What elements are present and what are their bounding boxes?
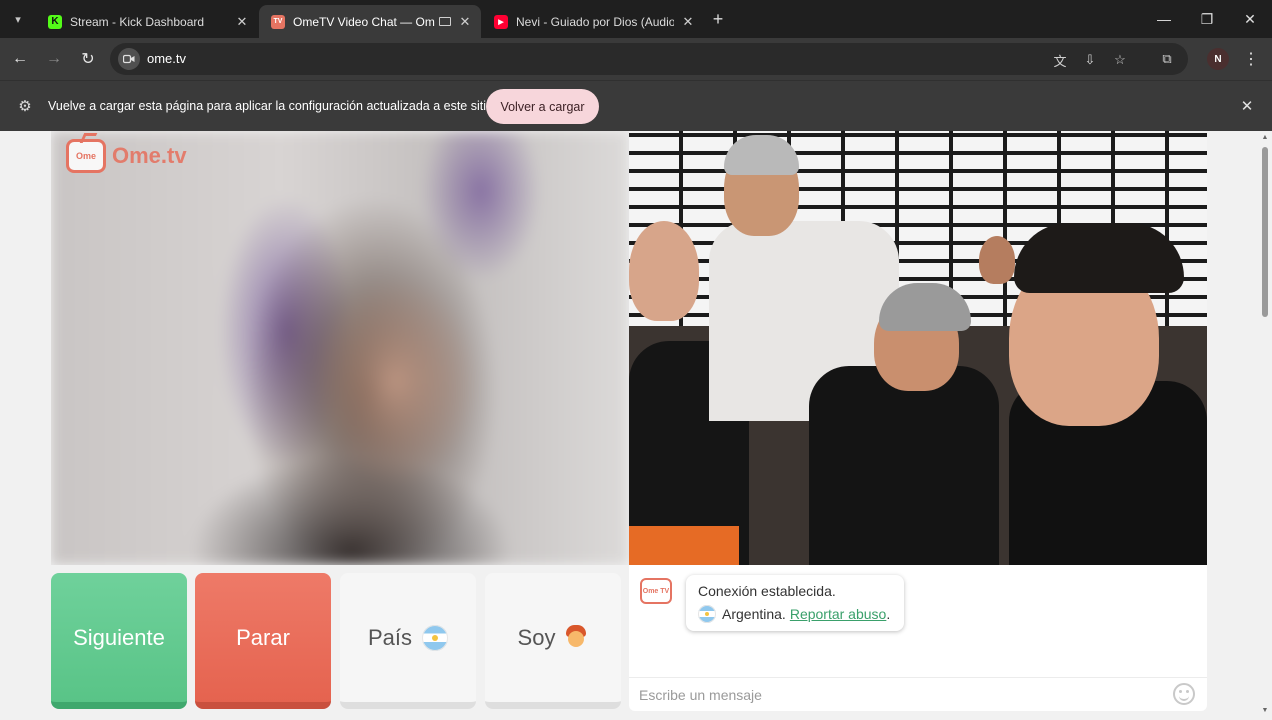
- report-suffix: .: [886, 606, 891, 622]
- tab-search-chevron-icon[interactable]: ▾: [6, 7, 30, 31]
- next-button-label: Siguiente: [73, 624, 165, 650]
- window-close-button[interactable]: ✕: [1230, 6, 1270, 32]
- chat-input-bar: [629, 677, 1207, 711]
- minimize-button[interactable]: —: [1144, 6, 1184, 32]
- forward-button[interactable]: →: [42, 47, 66, 71]
- close-icon[interactable]: ✕: [234, 14, 250, 30]
- ometv-logo: Ome Ome.tv: [66, 139, 187, 173]
- gender-select-button[interactable]: Soy: [485, 573, 621, 709]
- tab-strip: ▾ K Stream - Kick Dashboard ✕ TV OmeTV V…: [0, 0, 1272, 38]
- report-abuse-link[interactable]: Reportar abuso: [790, 606, 887, 622]
- scrollbar-thumb[interactable]: [1262, 147, 1268, 317]
- youtube-icon: ▶: [494, 14, 508, 29]
- stop-button[interactable]: Parar: [195, 573, 331, 709]
- camera-icon: [123, 54, 135, 64]
- translate-icon[interactable]: 文: [1049, 49, 1071, 71]
- stop-button-label: Parar: [236, 624, 290, 650]
- reload-infobar: ⚙ Vuelve a cargar esta página para aplic…: [0, 80, 1272, 131]
- emoji-icon[interactable]: [1173, 683, 1195, 705]
- tab-kick-dashboard[interactable]: K Stream - Kick Dashboard ✕: [36, 5, 258, 38]
- address-bar[interactable]: ome.tv 文 ⇩ ☆: [110, 43, 1188, 75]
- scroll-up-icon[interactable]: ▲: [1260, 134, 1270, 141]
- ometv-logo-text: Ome.tv: [112, 143, 187, 168]
- kick-icon: K: [48, 14, 62, 29]
- restore-button[interactable]: ❐: [1187, 6, 1227, 32]
- back-button[interactable]: ←: [8, 47, 32, 71]
- tab-title: Stream - Kick Dashboard: [70, 14, 205, 29]
- local-video-feed: [51, 131, 629, 565]
- new-tab-button[interactable]: +: [708, 9, 728, 29]
- reload-button[interactable]: ↻: [76, 47, 100, 71]
- person-shirt: [809, 366, 999, 565]
- chat-panel: Ome TV Conexión establecida. Argentina. …: [629, 565, 1207, 711]
- ometv-icon: TV: [271, 14, 285, 29]
- system-message-bubble: Conexión establecida. Argentina. Reporta…: [686, 575, 904, 631]
- profile-avatar[interactable]: N: [1207, 48, 1229, 70]
- infobar-close-icon[interactable]: ✕: [1238, 97, 1256, 115]
- browser-menu-icon[interactable]: ⋮: [1240, 47, 1262, 71]
- local-video: [51, 131, 629, 565]
- bookmark-star-icon[interactable]: ☆: [1109, 49, 1131, 71]
- tab-title: OmeTV Video Chat — Ome: [293, 14, 435, 29]
- page-scrollbar[interactable]: ▲ ▼: [1258, 131, 1272, 720]
- ometv-chat-icon: Ome TV: [640, 578, 672, 604]
- person-head: [979, 236, 1015, 284]
- scroll-down-icon[interactable]: ▼: [1260, 707, 1270, 714]
- browser-toolbar: ← → ↻ ome.tv 文 ⇩ ☆ ⧉ N ⋮: [0, 38, 1272, 80]
- next-button[interactable]: Siguiente: [51, 573, 187, 709]
- tab-title: Nevi - Guiado por Dios (Audio: [516, 14, 674, 29]
- gender-button-label: Soy: [517, 624, 556, 650]
- media-cast-icon[interactable]: [439, 17, 451, 26]
- boy-avatar-icon: [564, 624, 588, 651]
- url-text: ome.tv: [147, 51, 187, 66]
- chat-message-input[interactable]: [639, 684, 1159, 706]
- gear-icon: ⚙: [18, 98, 32, 115]
- tab-ometv[interactable]: TV OmeTV Video Chat — Ome ✕: [259, 5, 481, 38]
- reload-page-button[interactable]: Volver a cargar: [486, 89, 599, 124]
- install-app-icon[interactable]: ⇩: [1079, 49, 1101, 71]
- extensions-icon[interactable]: ⧉: [1156, 48, 1178, 70]
- infobar-message: Vuelve a cargar esta página para aplicar…: [48, 99, 493, 113]
- tab-youtube-nevi[interactable]: ▶ Nevi - Guiado por Dios (Audio ✕: [482, 5, 704, 38]
- country-button-label: País: [367, 624, 413, 650]
- close-icon[interactable]: ✕: [457, 14, 473, 30]
- argentina-flag-icon: [422, 624, 449, 651]
- close-icon[interactable]: ✕: [680, 14, 696, 30]
- connection-status-text: Conexión establecida.: [698, 583, 836, 599]
- ometv-logo-icon: Ome: [66, 139, 106, 173]
- orange-shorts: [629, 526, 739, 565]
- country-filter-button[interactable]: País: [340, 573, 476, 709]
- person-hair: [1014, 223, 1184, 293]
- remote-video: [629, 131, 1207, 565]
- person-head: [629, 221, 699, 321]
- argentina-flag-icon: [698, 605, 716, 623]
- partner-country-text: Argentina.: [722, 606, 786, 622]
- site-info-icon[interactable]: [118, 48, 140, 70]
